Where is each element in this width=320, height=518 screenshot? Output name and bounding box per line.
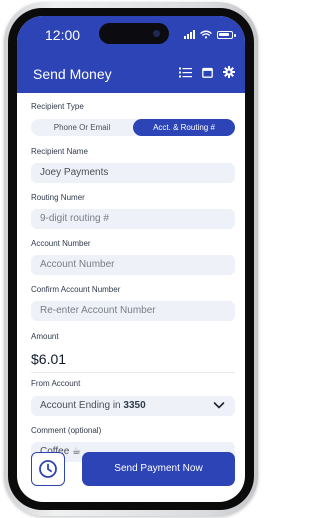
list-icon[interactable]: [179, 67, 192, 78]
from-account-last-digits: 3350: [123, 400, 146, 411]
send-payment-button[interactable]: Send Payment Now: [82, 452, 235, 486]
confirm-account-number-label: Confirm Account Number: [31, 285, 121, 294]
status-bar: 12:00: [17, 16, 245, 56]
account-number-input[interactable]: Account Number: [31, 255, 235, 275]
account-number-label: Account Number: [31, 239, 91, 248]
routing-number-input[interactable]: 9-digit routing #: [31, 209, 235, 229]
recipient-name-label: Recipient Name: [31, 147, 88, 156]
recipient-type-toggle: Phone Or Email Acct. & Routing #: [31, 119, 235, 136]
wifi-icon: [200, 30, 212, 39]
send-money-form: Recipient Type Phone Or Email Acct. & Ro…: [17, 93, 245, 502]
header-toolbar: [179, 66, 235, 78]
amount-divider: [31, 372, 235, 373]
clock-icon: [39, 460, 57, 478]
signal-icon: [184, 29, 195, 39]
routing-number-label: Routing Numer: [31, 193, 85, 202]
battery-icon: [217, 31, 236, 39]
status-icons: [184, 29, 236, 39]
calendar-icon[interactable]: [202, 67, 213, 78]
recipient-type-label: Recipient Type: [31, 102, 84, 111]
dynamic-island: [99, 23, 169, 44]
status-time: 12:00: [45, 27, 81, 43]
confirm-account-number-input[interactable]: Re-enter Account Number: [31, 301, 235, 321]
history-button[interactable]: [31, 452, 65, 486]
camera-icon: [153, 30, 160, 37]
app-header: 12:00 Send Money: [17, 16, 245, 93]
gear-icon[interactable]: [223, 66, 235, 78]
app-screen: 12:00 Send Money Recipient Type Phone Or…: [17, 16, 245, 502]
option-account-routing[interactable]: Acct. & Routing #: [133, 119, 235, 136]
option-phone-or-email[interactable]: Phone Or Email: [31, 119, 133, 136]
comment-label: Comment (optional): [31, 426, 102, 435]
page-title: Send Money: [33, 66, 112, 82]
from-account-prefix: Account Ending in: [40, 400, 124, 411]
from-account-label: From Account: [31, 379, 81, 388]
amount-label: Amount: [31, 332, 59, 341]
recipient-name-input[interactable]: Joey Payments: [31, 163, 235, 183]
amount-input[interactable]: $6.01: [31, 351, 66, 367]
chevron-down-icon: [213, 402, 225, 409]
from-account-select[interactable]: Account Ending in 3350: [31, 396, 235, 416]
